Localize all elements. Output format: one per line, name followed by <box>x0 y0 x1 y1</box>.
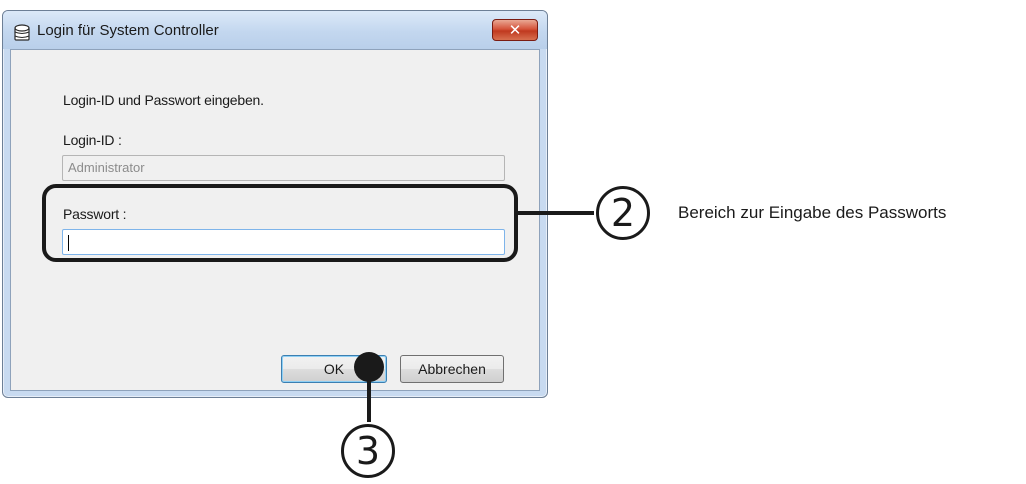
database-app-icon <box>14 24 30 41</box>
callout-2-number: 2 <box>596 186 650 240</box>
login-id-field: Administrator <box>62 155 505 181</box>
cancel-button[interactable]: Abbrechen <box>400 355 504 383</box>
cancel-button-label: Abbrechen <box>418 361 486 377</box>
title-bar[interactable]: Login für System Controller ✕ <box>3 11 547 49</box>
window-title: Login für System Controller <box>37 22 219 39</box>
login-id-label: Login-ID : <box>63 132 122 148</box>
close-button[interactable]: ✕ <box>492 19 538 41</box>
password-area-highlight <box>42 184 518 262</box>
close-icon: ✕ <box>508 21 522 39</box>
instruction-text: Login-ID und Passwort eingeben. <box>63 92 264 108</box>
callout-3-number: 3 <box>341 424 395 478</box>
callout-3-pointer-dot <box>354 352 384 382</box>
callout-2-leader <box>518 211 594 215</box>
ok-button-label: OK <box>323 361 345 377</box>
callout-2-text: Bereich zur Eingabe des Passworts <box>678 203 947 222</box>
login-id-value: Administrator <box>68 160 145 175</box>
